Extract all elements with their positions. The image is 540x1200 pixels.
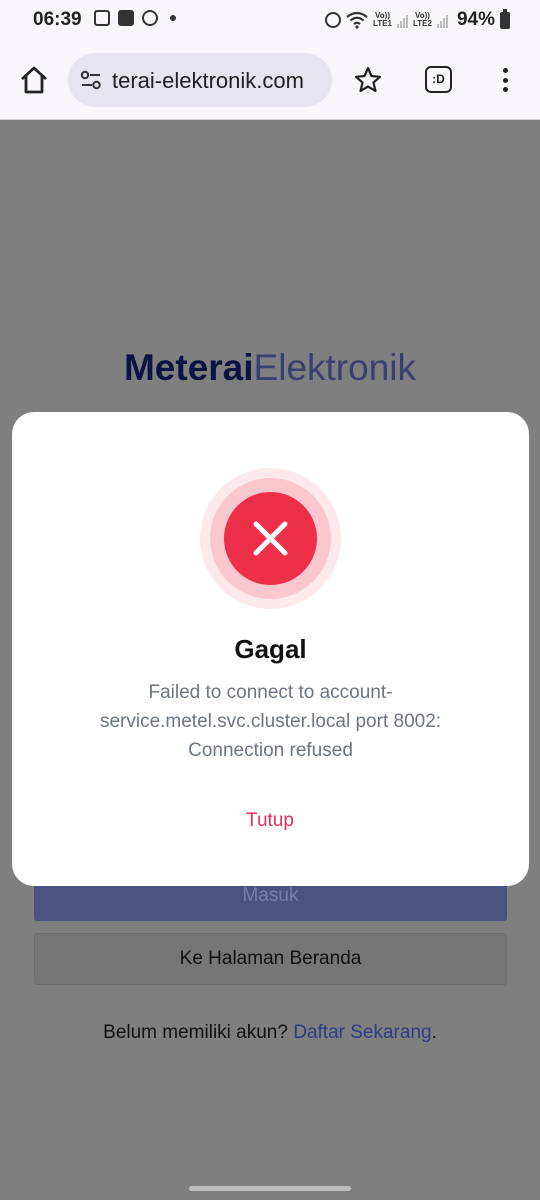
dialog-title: Gagal [234,634,307,664]
browser-toolbar: terai-elektronik.com :D [0,40,540,120]
signup-prompt: Belum memiliki akun? Daftar Sekarang. [0,1022,540,1044]
more-menu-icon[interactable] [497,66,513,94]
error-dialog: Gagal Failed to connect to account-servi… [12,412,529,886]
dialog-message: Failed to connect to account-service.met… [99,682,442,761]
sim-icon [118,10,134,26]
status-time: 06:39 [33,9,82,30]
address-bar[interactable]: terai-elektronik.com [68,53,332,107]
wifi-icon [346,11,368,29]
gesture-home-indicator[interactable] [189,1186,351,1191]
status-left-icons [94,10,176,26]
signup-suffix: . [431,1022,437,1043]
home-icon[interactable] [18,64,50,96]
status-bar: 06:39 Vo)) LTE1 Vo)) LTE2 94% [0,0,540,40]
battery-percent: 94% [456,9,495,30]
alarm-icon [142,10,158,26]
battery-icon [500,8,510,29]
lte1-text: LTE1 [373,19,392,28]
bookmark-star-icon[interactable] [354,66,382,94]
signal1-icon [397,12,408,28]
signal2-icon [436,12,448,28]
signup-prefix: Belum memiliki akun? [103,1022,294,1043]
site-settings-icon[interactable] [80,70,102,90]
lte2-text: LTE2 [413,19,432,28]
logo-light-text: Elektronik [253,347,416,388]
url-text[interactable]: terai-elektronik.com [112,68,304,94]
close-button[interactable]: Tutup [220,810,320,832]
screenshot-icon [94,10,110,26]
logo-bold-text: Meterai [123,347,254,388]
error-x-icon [224,492,317,585]
brand-logo: MeteraiElektronik [0,347,540,389]
alarm-status-icon [325,12,342,28]
tab-switcher-button[interactable]: :D [425,66,452,93]
volte-lte1-label: Vo)) LTE1 [373,12,392,28]
volte-lte2-label: Vo)) LTE2 [413,12,432,28]
status-right-icons: Vo)) LTE1 Vo)) LTE2 94% [325,8,510,31]
notification-dot-icon [170,15,176,21]
signup-link[interactable]: Daftar Sekarang [293,1022,431,1043]
home-page-button[interactable]: Ke Halaman Beranda [34,933,507,985]
